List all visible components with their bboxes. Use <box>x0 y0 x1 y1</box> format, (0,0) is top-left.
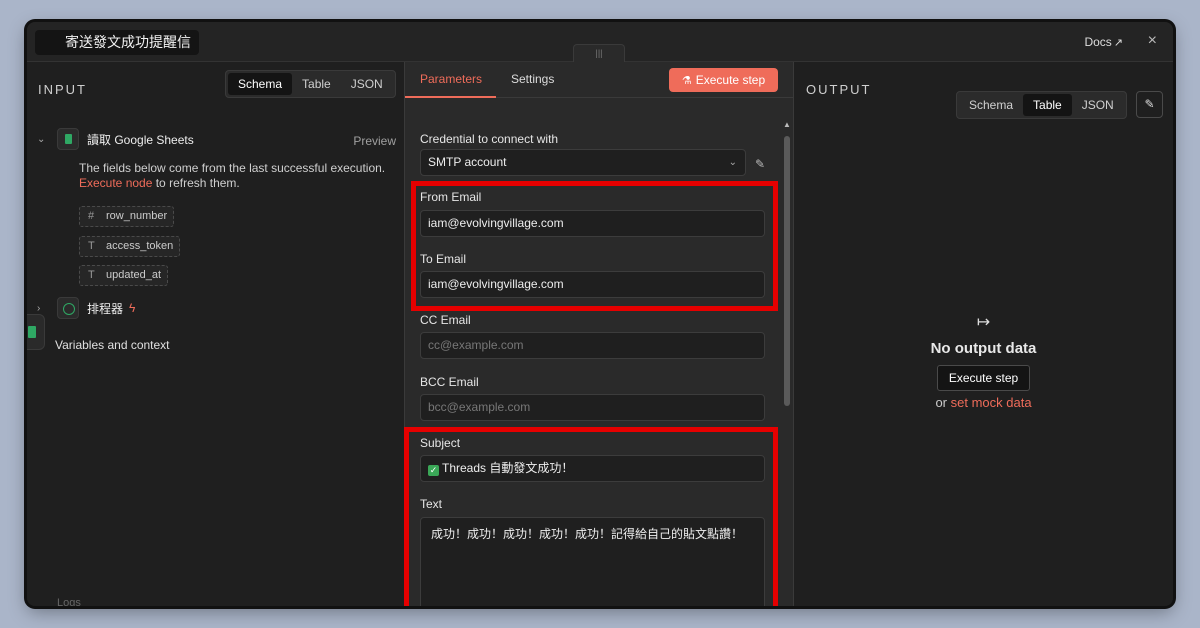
arrow-right-to-line-icon: ↦ <box>976 314 991 331</box>
parameter-tabs: Parameters Settings ⚗ Execute step <box>405 62 793 98</box>
docs-link[interactable]: Docs ↗ <box>1084 35 1123 49</box>
input-panel: INPUT Schema Table JSON ⌄ 讀取 Google Shee… <box>27 62 404 606</box>
output-tab-schema[interactable]: Schema <box>959 94 1023 116</box>
node-editor-window: 寄送發文成功提醒信 Docs ↗ × ||| INPUT Schema Table… <box>27 22 1173 606</box>
text-type-icon: T <box>88 269 95 281</box>
cc-email-label: CC Email <box>420 313 471 327</box>
input-node-scheduler[interactable]: › 排程器 ϟ <box>37 297 135 319</box>
field-row-number[interactable]: # row_number <box>79 206 175 227</box>
mock-data-line: or set mock data <box>794 395 1173 410</box>
number-type-icon: # <box>88 210 95 222</box>
schema-note: The fields below come from the last succ… <box>79 161 399 191</box>
empty-output-state: ↦ No output data Execute step or set moc… <box>794 312 1173 410</box>
close-icon[interactable]: × <box>1148 32 1157 50</box>
input-label: INPUT <box>38 82 87 97</box>
active-tab-indicator <box>405 96 496 98</box>
google-sheets-side-icon[interactable] <box>27 314 45 350</box>
set-mock-data-link[interactable]: set mock data <box>951 395 1032 410</box>
drag-handle[interactable]: ||| <box>573 44 625 62</box>
output-label: OUTPUT <box>806 82 872 97</box>
title-bar: 寄送發文成功提醒信 Docs ↗ × ||| <box>27 22 1173 62</box>
field-updated-at[interactable]: T updated_at <box>79 265 169 286</box>
input-tab-table[interactable]: Table <box>292 73 341 95</box>
input-node-name: 讀取 Google Sheets <box>87 132 194 147</box>
edit-output-button[interactable]: ✎ <box>1136 91 1163 118</box>
external-link-icon: ↗ <box>1113 37 1123 49</box>
output-view-switcher: Schema Table JSON <box>956 91 1127 119</box>
input-tab-schema[interactable]: Schema <box>228 73 293 95</box>
bcc-email-label: BCC Email <box>420 375 479 389</box>
credential-value: SMTP account <box>428 155 507 169</box>
docs-label: Docs <box>1084 35 1112 49</box>
credential-label: Credential to connect with <box>420 132 559 146</box>
chevron-down-icon[interactable]: ⌄ <box>37 134 51 145</box>
tab-parameters[interactable]: Parameters <box>420 72 482 86</box>
clock-icon <box>57 297 79 319</box>
node-title[interactable]: 寄送發文成功提醒信 <box>35 30 199 55</box>
cc-email-field[interactable]: cc@example.com <box>420 332 765 359</box>
text-type-icon: T <box>88 240 95 252</box>
scrollbar[interactable]: ▲ ▼ <box>783 120 791 602</box>
edit-credential-icon[interactable]: ✎ <box>755 157 765 171</box>
bcc-email-field[interactable]: bcc@example.com <box>420 394 765 421</box>
no-output-title: No output data <box>930 340 1037 357</box>
logs-label[interactable]: Logs <box>57 597 81 606</box>
google-sheets-icon <box>57 128 79 150</box>
execute-step-button[interactable]: ⚗ Execute step <box>669 68 778 92</box>
lightning-icon: ϟ <box>129 301 136 315</box>
flask-icon: ⚗ <box>681 75 692 87</box>
input-view-switcher: Schema Table JSON <box>225 70 396 98</box>
output-panel: OUTPUT Schema Table JSON ✎ ↦ No output d… <box>794 62 1173 606</box>
note-text: The fields below come from the last succ… <box>79 161 386 175</box>
note-suffix: to refresh them. <box>152 176 240 190</box>
variables-and-context[interactable]: Variables and context <box>55 338 170 352</box>
scroll-thumb[interactable] <box>784 136 790 406</box>
field-name: updated_at <box>106 269 162 281</box>
parameters-panel: Parameters Settings ⚗ Execute step Creden… <box>404 62 794 606</box>
mock-prefix: or <box>935 395 947 410</box>
scroll-up-icon[interactable]: ▲ <box>783 120 791 129</box>
highlight-box-email <box>411 181 778 311</box>
field-name: row_number <box>106 210 168 222</box>
output-tab-json[interactable]: JSON <box>1072 94 1124 116</box>
execute-step-label: Execute step <box>695 73 766 87</box>
field-access-token[interactable]: T access_token <box>79 236 181 257</box>
output-tab-table[interactable]: Table <box>1023 94 1072 116</box>
tab-settings[interactable]: Settings <box>511 72 554 86</box>
output-execute-step-button[interactable]: Execute step <box>936 365 1031 391</box>
input-node-google-sheets[interactable]: ⌄ 讀取 Google Sheets <box>37 128 194 150</box>
field-name: access_token <box>106 240 174 252</box>
preview-label: Preview <box>353 134 396 148</box>
input-tab-json[interactable]: JSON <box>341 73 393 95</box>
execute-node-link[interactable]: Execute node <box>79 176 152 190</box>
chevron-right-icon[interactable]: › <box>37 303 51 314</box>
highlight-box-content <box>404 427 778 606</box>
pencil-icon: ✎ <box>1144 97 1155 111</box>
scheduler-node-name: 排程器 <box>87 301 124 316</box>
credential-select[interactable]: SMTP account ⌄ <box>420 149 746 176</box>
chevron-down-icon: ⌄ <box>728 157 737 168</box>
